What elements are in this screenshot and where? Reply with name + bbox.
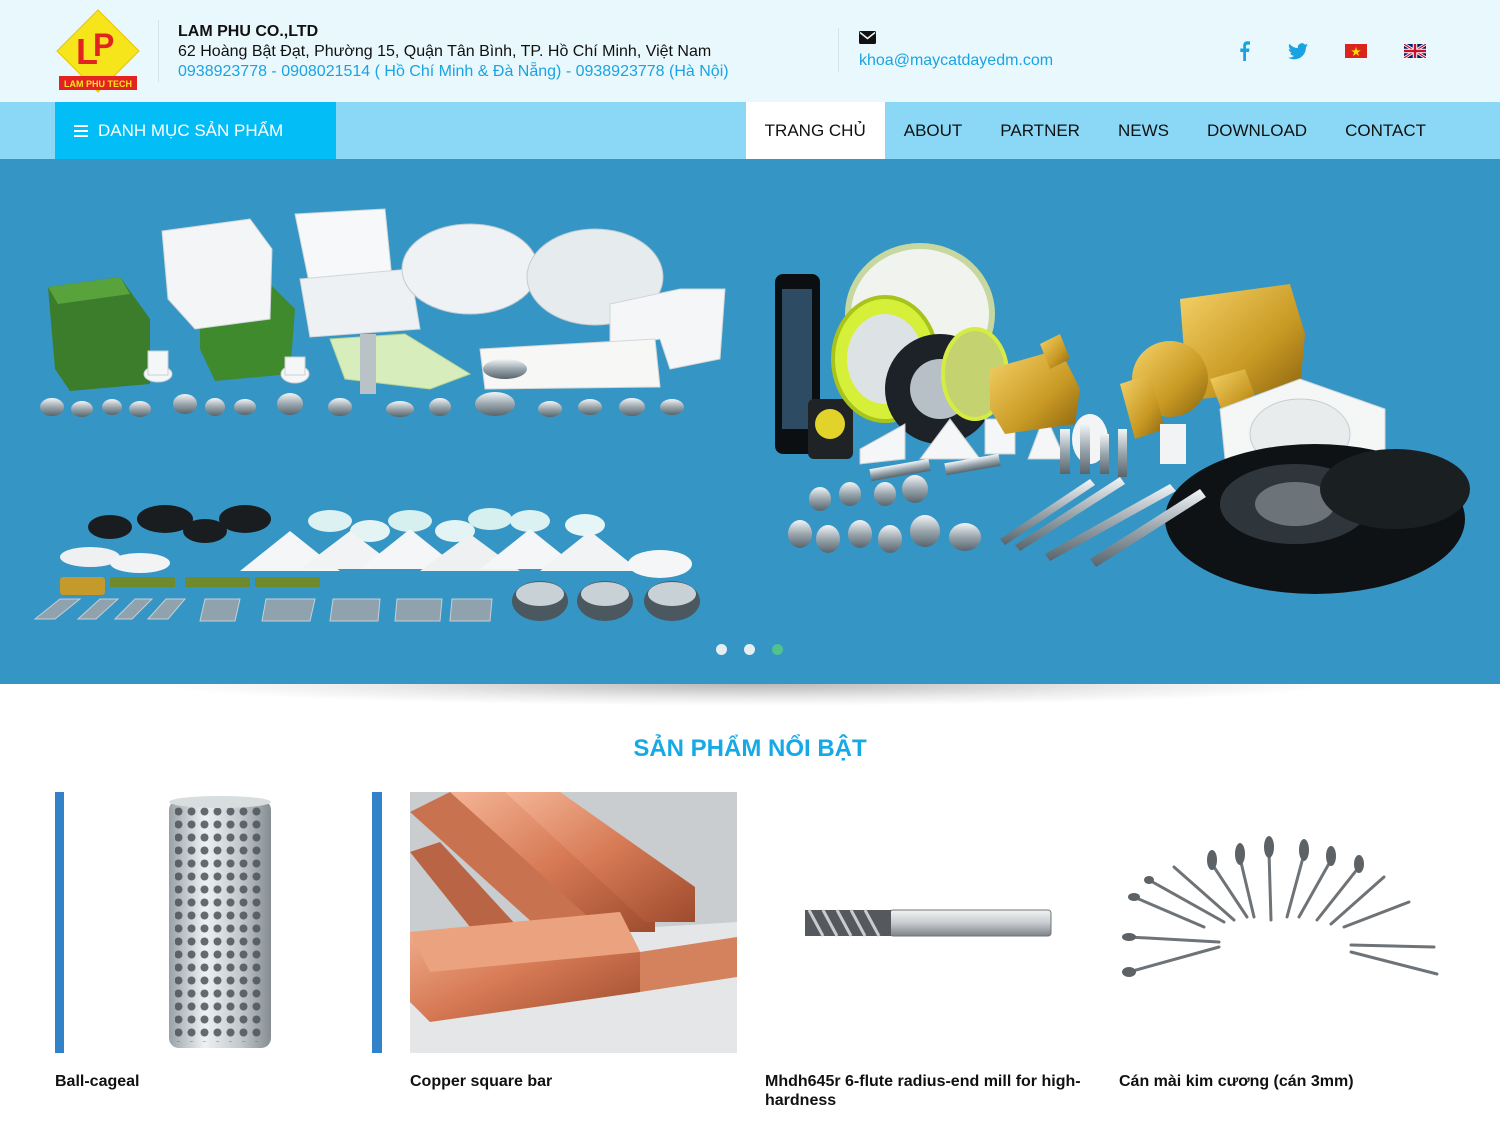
divider — [838, 28, 839, 72]
product-image[interactable] — [410, 792, 737, 1053]
carbide-plates — [33, 598, 493, 622]
nav-item-news[interactable]: NEWS — [1099, 102, 1188, 159]
slider-image — [33, 208, 1470, 622]
metal-bushings — [512, 581, 700, 621]
svg-text:P: P — [93, 27, 114, 63]
product-image[interactable] — [1119, 792, 1446, 1053]
company-address: 62 Hoàng Bật Đạt, Phường 15, Quận Tân Bì… — [178, 43, 712, 60]
product-category-button[interactable]: DANH MỤC SẢN PHẨM — [55, 102, 336, 159]
vietnam-flag-icon[interactable] — [1345, 44, 1367, 58]
black-wheel — [1165, 444, 1470, 594]
twitter-icon[interactable] — [1287, 40, 1309, 62]
banner-shadow — [150, 684, 1350, 706]
nav-menu: TRANG CHỦ ABOUT PARTNER NEWS DOWNLOAD CO… — [745, 102, 1445, 159]
company-logo[interactable]: L P LAM PHU TECH — [55, 8, 141, 94]
pulley-wheels — [831, 243, 1009, 444]
product-name[interactable]: Mhdh645r 6-flute radius-end mill for hig… — [765, 1072, 1092, 1110]
featured-products-title: SẢN PHẨM NỔI BẬT — [633, 735, 867, 762]
product-card[interactable]: Mhdh645r 6-flute radius-end mill for hig… — [765, 792, 1092, 1110]
hamburger-icon — [74, 124, 88, 137]
product-card[interactable]: Cán mài kim cương (cán 3mm) — [1119, 792, 1446, 1091]
nav-item-download[interactable]: DOWNLOAD — [1188, 102, 1326, 159]
hero-slider[interactable] — [0, 159, 1500, 684]
main-navigation: DANH MỤC SẢN PHẨM TRANG CHỦ ABOUT PARTNE… — [0, 102, 1500, 159]
contact-bars — [60, 577, 320, 595]
company-phones[interactable]: 0938923778 - 0908021514 ( Hồ Chí Minh & … — [178, 62, 818, 82]
product-card[interactable]: Copper square bar — [410, 792, 737, 1091]
facebook-icon[interactable] — [1236, 40, 1252, 62]
product-name[interactable]: Copper square bar — [410, 1072, 737, 1091]
slider-pagination — [716, 644, 783, 655]
product-category-label: DANH MỤC SẢN PHẨM — [98, 120, 284, 140]
company-info: LAM PHU CO.,LTD 62 Hoàng Bật Đạt, Phường… — [178, 22, 818, 82]
logo-text: LAM PHU TECH — [64, 79, 132, 89]
product-name[interactable]: Cán mài kim cương (cán 3mm) — [1119, 1072, 1446, 1091]
nav-item-about[interactable]: ABOUT — [885, 102, 982, 159]
slider-dot[interactable] — [744, 644, 755, 655]
slider-dot[interactable] — [716, 644, 727, 655]
product-image[interactable] — [55, 792, 382, 1053]
nav-item-home[interactable]: TRANG CHỦ — [745, 102, 885, 159]
divider — [158, 20, 159, 82]
company-name: LAM PHU CO.,LTD — [178, 23, 319, 40]
email-link[interactable]: khoa@maycatdayedm.com — [859, 52, 1053, 70]
product-name[interactable]: Ball-cageal — [55, 1072, 382, 1091]
envelope-icon — [859, 31, 876, 44]
nav-item-contact[interactable]: CONTACT — [1326, 102, 1445, 159]
uk-flag-icon[interactable] — [1404, 44, 1426, 58]
rubber-parts — [88, 505, 271, 543]
product-card[interactable]: Ball-cageal — [55, 792, 382, 1091]
nav-item-partner[interactable]: PARTNER — [981, 102, 1099, 159]
top-header: L P LAM PHU TECH LAM PHU CO.,LTD 62 Hoàn… — [0, 0, 1500, 102]
product-image[interactable] — [765, 792, 1092, 1053]
slider-dot-active[interactable] — [772, 644, 783, 655]
